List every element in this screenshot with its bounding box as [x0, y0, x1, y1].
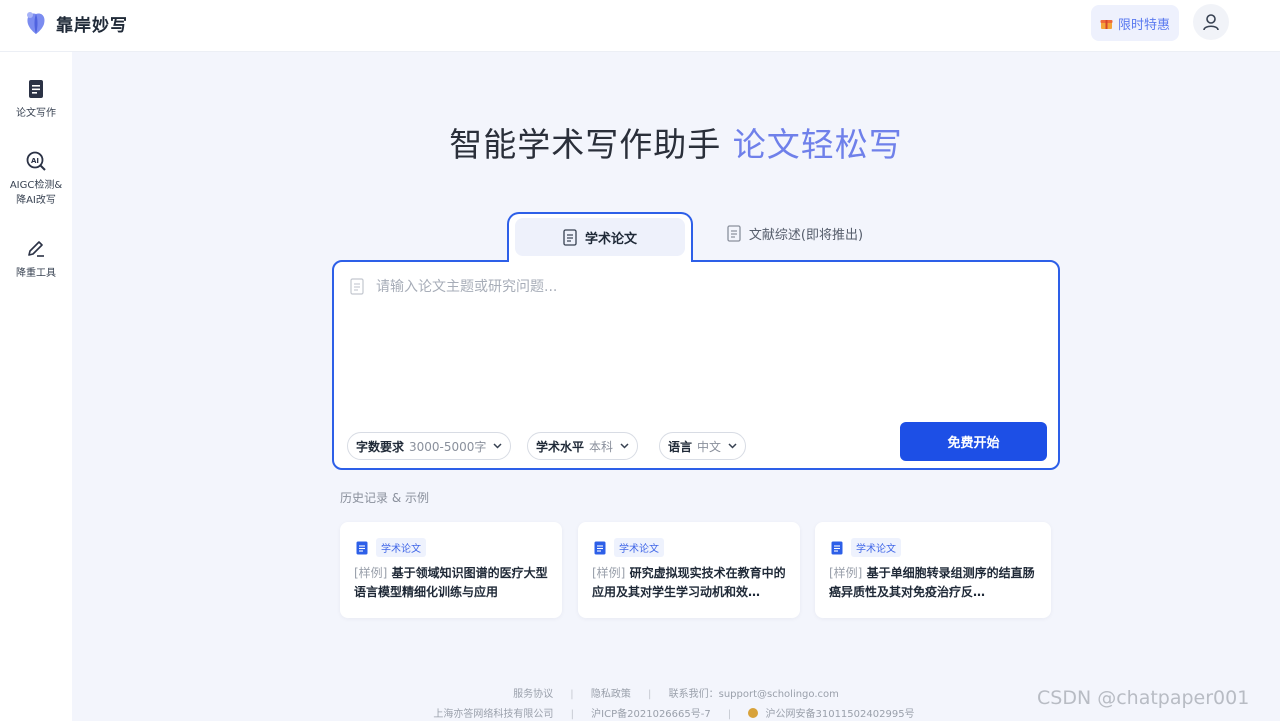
document-icon	[350, 278, 364, 295]
document-icon	[831, 541, 843, 554]
academic-level-value: 本科	[589, 439, 614, 454]
user-icon	[1203, 14, 1219, 31]
sidebar-item-paper-writing[interactable]: 论文写作	[0, 78, 72, 121]
sidebar-item-aigc-detection[interactable]: AI AIGC检测& 降AI改写	[0, 150, 72, 208]
footer-separator: |	[570, 689, 574, 700]
document-icon	[356, 541, 368, 554]
sample-prefix: [样例]	[829, 566, 863, 580]
sample-prefix: [样例]	[354, 566, 388, 580]
tab-literature-review[interactable]: 文献综述(即将推出)	[700, 218, 890, 248]
watermark: CSDN @chatpaper001	[1037, 687, 1250, 709]
sample-prefix: [样例]	[592, 566, 626, 580]
language-label: 语言	[668, 439, 693, 454]
document-icon	[727, 224, 741, 242]
svg-text:AI: AI	[31, 157, 39, 165]
chevron-down-icon	[728, 443, 737, 449]
word-count-value: 3000-5000字	[409, 439, 487, 454]
pen-icon	[28, 241, 44, 257]
history-card[interactable]: 学术论文 [样例] 基于领域知识图谱的医疗大型语言模型精细化训练与应用	[340, 522, 562, 618]
footer-separator: |	[727, 709, 732, 720]
user-account-button[interactable]	[1193, 4, 1229, 40]
footer-separator: |	[648, 689, 652, 700]
footer-separator: |	[570, 709, 574, 720]
card-header: 学术论文	[831, 538, 901, 557]
language-select[interactable]: 语言 中文	[659, 432, 747, 460]
academic-level-select[interactable]: 学术水平 本科	[527, 432, 639, 460]
company-name: 上海亦答网络科技有限公司	[433, 709, 554, 720]
tab-academic-paper-inner: 学术论文	[515, 218, 685, 256]
card-header: 学术论文	[594, 538, 664, 557]
word-count-label: 字数要求	[356, 439, 405, 454]
sidebar: 论文写作 AI AIGC检测& 降AI改写 降重工具	[0, 52, 72, 721]
history-section-title: 历史记录 & 示例	[340, 491, 429, 505]
tab-label: 学术论文	[584, 231, 637, 247]
app-name: 靠岸妙写	[56, 15, 128, 36]
sidebar-item-label: 论文写作	[16, 108, 56, 119]
contact-link[interactable]: 联系我们：support@scholingo.com	[669, 689, 839, 700]
card-type-tag: 学术论文	[376, 538, 426, 557]
card-type-tag: 学术论文	[614, 538, 664, 557]
history-card[interactable]: 学术论文 [样例] 基于单细胞转录组测序的结直肠癌异质性及其对免疫治疗反…	[815, 522, 1051, 618]
sidebar-item-label: 降AI改写	[16, 195, 56, 206]
police-record-text: 沪公网安备31011502402995号	[765, 709, 915, 720]
police-badge-icon	[748, 708, 759, 718]
icp-record-link[interactable]: 沪ICP备2021026665号-7	[591, 709, 711, 720]
sidebar-item-label: 降重工具	[16, 268, 56, 279]
card-title: [样例] 研究虚拟现实技术在教育中的应用及其对学生学习动机和效…	[592, 564, 788, 602]
start-free-button[interactable]: 免费开始	[900, 422, 1047, 461]
document-icon	[563, 228, 577, 246]
history-card[interactable]: 学术论文 [样例] 研究虚拟现实技术在教育中的应用及其对学生学习动机和效…	[578, 522, 800, 618]
promo-button[interactable]: 限时特惠	[1091, 5, 1179, 41]
terms-of-service-link[interactable]: 服务协议	[513, 689, 553, 700]
top-bar: 靠岸妙写 限时特惠	[0, 0, 1280, 52]
app-logo[interactable]: 靠岸妙写	[24, 10, 128, 36]
academic-level-label: 学术水平	[536, 439, 585, 454]
card-title: [样例] 基于领域知识图谱的医疗大型语言模型精细化训练与应用	[354, 564, 550, 602]
document-icon	[29, 80, 43, 98]
ai-scan-icon: AI	[26, 151, 46, 171]
promo-label: 限时特惠	[1117, 17, 1170, 33]
sidebar-item-dedup-tool[interactable]: 降重工具	[0, 238, 72, 281]
page-title-main: 智能学术写作助手	[449, 125, 722, 164]
card-type-tag: 学术论文	[851, 538, 901, 557]
topic-editor: 字数要求 3000-5000字 学术水平 本科 语言 中文 免费开始	[332, 260, 1060, 470]
card-header: 学术论文	[356, 538, 426, 557]
privacy-policy-link[interactable]: 隐私政策	[591, 689, 631, 700]
topic-input[interactable]	[376, 276, 1036, 416]
card-title: [样例] 基于单细胞转录组测序的结直肠癌异质性及其对免疫治疗反…	[829, 564, 1035, 602]
word-count-select[interactable]: 字数要求 3000-5000字	[347, 432, 512, 460]
language-value: 中文	[697, 439, 722, 454]
police-record-link[interactable]: 沪公网安备31011502402995号	[748, 708, 918, 720]
page-title-accent: 论文轻松写	[732, 125, 903, 164]
chevron-down-icon	[620, 443, 629, 449]
sidebar-item-label: AIGC检测&	[9, 180, 63, 191]
chevron-down-icon	[493, 443, 502, 449]
page-title: 智能学术写作助手 论文轻松写	[72, 118, 1280, 166]
tab-academic-paper[interactable]: 学术论文	[507, 212, 693, 262]
tab-label: 文献综述(即将推出)	[748, 227, 864, 243]
logo-icon	[27, 12, 45, 34]
document-icon	[594, 541, 606, 554]
gift-icon	[1100, 19, 1113, 29]
